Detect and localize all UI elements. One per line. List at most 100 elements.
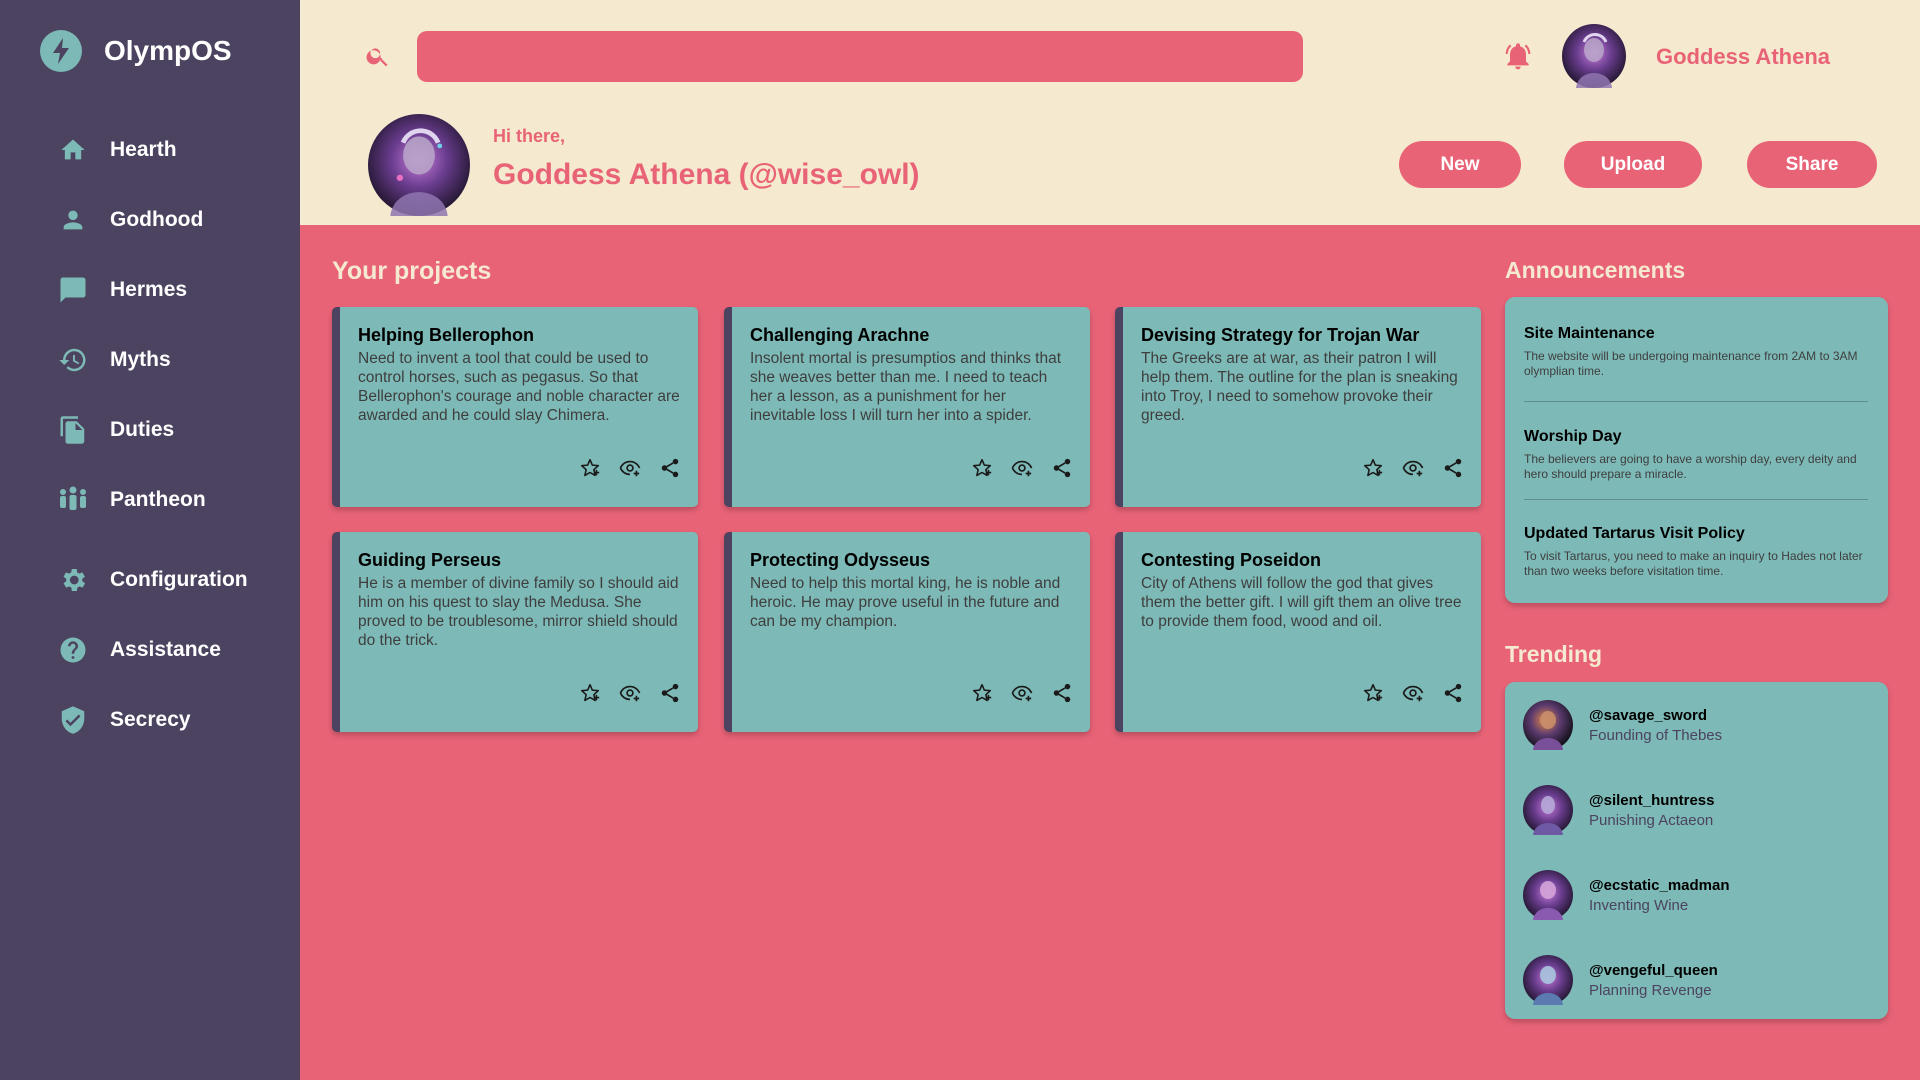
- lightning-bolt-icon: [40, 30, 82, 72]
- announcement-item[interactable]: Worship Day The believers are going to h…: [1524, 428, 1868, 482]
- sidebar-item-hermes[interactable]: Hermes: [58, 270, 187, 310]
- watch-icon[interactable]: [618, 681, 642, 705]
- avatar: [1523, 700, 1573, 750]
- bell-icon[interactable]: [1500, 38, 1536, 74]
- sidebar: OlympOS Hearth Godhood Hermes Myths Duti…: [0, 0, 300, 1080]
- greeting: Hi there,: [493, 126, 566, 146]
- upload-button[interactable]: Upload: [1564, 141, 1702, 188]
- history-icon: [58, 345, 88, 375]
- project-title: Challenging Arachne: [750, 325, 930, 345]
- trending-item[interactable]: @savage_sword Founding of Thebes: [1523, 700, 1722, 750]
- profile-avatar: [368, 114, 470, 216]
- new-button[interactable]: New: [1399, 141, 1521, 188]
- project-actions: [1361, 681, 1465, 705]
- avatar: [1523, 870, 1573, 920]
- announcement-text: To visit Tartarus, you need to make an i…: [1524, 549, 1863, 578]
- page-title: Goddess Athena (@wise_owl): [493, 158, 920, 191]
- share-icon[interactable]: [658, 681, 682, 705]
- sidebar-item-secrecy[interactable]: Secrecy: [58, 700, 191, 740]
- sidebar-item-duties[interactable]: Duties: [58, 410, 174, 450]
- project-card[interactable]: Contesting Poseidon City of Athens will f…: [1115, 532, 1481, 732]
- sidebar-item-configuration[interactable]: Configuration: [58, 560, 248, 600]
- project-card[interactable]: Guiding Perseus He is a member of divine …: [332, 532, 698, 732]
- sidebar-item-label: Godhood: [110, 208, 204, 231]
- sidebar-item-label: Hermes: [110, 278, 188, 301]
- sidebar-item-label: Secrecy: [110, 708, 191, 731]
- sidebar-item-godhood[interactable]: Godhood: [58, 200, 203, 240]
- share-icon[interactable]: [1441, 681, 1465, 705]
- project-actions: [970, 681, 1074, 705]
- star-add-icon[interactable]: [578, 456, 602, 480]
- sidebar-item-myths[interactable]: Myths: [58, 340, 171, 380]
- search-input[interactable]: [417, 31, 1303, 82]
- user-name[interactable]: Goddess Athena: [1656, 44, 1830, 70]
- share-icon[interactable]: [1050, 456, 1074, 480]
- star-add-icon[interactable]: [1361, 681, 1385, 705]
- help-icon: [58, 635, 88, 665]
- trending-item[interactable]: @ecstatic_madman Inventing Wine: [1523, 870, 1730, 920]
- star-add-icon[interactable]: [1361, 456, 1385, 480]
- gear-icon: [58, 565, 88, 595]
- share-icon[interactable]: [1441, 456, 1465, 480]
- announcement-title: Site Maintenance: [1524, 325, 1655, 342]
- project-title: Guiding Perseus: [358, 550, 502, 570]
- watch-icon[interactable]: [1010, 456, 1034, 480]
- trending-handle: @savage_sword: [1589, 706, 1708, 724]
- group-icon: [58, 485, 88, 515]
- avatar[interactable]: [1562, 24, 1626, 88]
- section-title-projects: Your projects: [332, 257, 492, 285]
- home-icon: [58, 135, 88, 165]
- share-icon[interactable]: [1050, 681, 1074, 705]
- watch-icon[interactable]: [618, 456, 642, 480]
- watch-icon[interactable]: [1010, 681, 1034, 705]
- sidebar-item-label: Hearth: [110, 138, 177, 161]
- project-card[interactable]: Protecting Odysseus Need to help this mor…: [724, 532, 1090, 732]
- sidebar-item-label: Pantheon: [110, 488, 206, 511]
- sidebar-item-pantheon[interactable]: Pantheon: [58, 480, 206, 520]
- watch-icon[interactable]: [1401, 681, 1425, 705]
- project-description: Need to invent a tool that could be used…: [358, 350, 680, 424]
- trending-handle: @vengeful_queen: [1589, 961, 1718, 979]
- document-icon: [58, 415, 88, 445]
- star-add-icon[interactable]: [970, 456, 994, 480]
- sidebar-item-label: Duties: [110, 418, 175, 441]
- project-actions: [1361, 456, 1465, 480]
- share-icon[interactable]: [658, 456, 682, 480]
- announcement-item[interactable]: Updated Tartarus Visit Policy To visit T…: [1524, 525, 1868, 579]
- app-name: OlympOS: [104, 35, 232, 66]
- trending-handle: @silent_huntress: [1589, 791, 1715, 809]
- search-icon[interactable]: [364, 42, 392, 70]
- avatar: [1523, 785, 1573, 835]
- trending-handle: @ecstatic_madman: [1589, 876, 1730, 894]
- sidebar-item-hearth[interactable]: Hearth: [58, 130, 177, 170]
- brand[interactable]: OlympOS: [40, 30, 232, 72]
- divider: [1524, 499, 1868, 500]
- announcement-title: Worship Day: [1524, 428, 1622, 445]
- project-actions: [578, 456, 682, 480]
- project-card[interactable]: Helping Bellerophon Need to invent a tool…: [332, 307, 698, 507]
- announcement-item[interactable]: Site Maintenance The website will be und…: [1524, 325, 1868, 379]
- announcements-panel: Site Maintenance The website will be und…: [1505, 297, 1888, 603]
- trending-item[interactable]: @silent_huntress Punishing Actaeon: [1523, 785, 1715, 835]
- star-add-icon[interactable]: [970, 681, 994, 705]
- trending-subtitle: Planning Revenge: [1589, 981, 1712, 999]
- share-button[interactable]: Share: [1747, 141, 1877, 188]
- watch-icon[interactable]: [1401, 456, 1425, 480]
- sidebar-item-assistance[interactable]: Assistance: [58, 630, 221, 670]
- project-description: He is a member of divine family so I sho…: [358, 575, 679, 649]
- announcement-text: The website will be undergoing maintenan…: [1524, 349, 1858, 378]
- project-card[interactable]: Challenging Arachne Insolent mortal is pr…: [724, 307, 1090, 507]
- trending-subtitle: Punishing Actaeon: [1589, 811, 1714, 829]
- project-card[interactable]: Devising Strategy for Trojan War The Gree…: [1115, 307, 1481, 507]
- sidebar-item-label: Myths: [110, 348, 171, 371]
- project-title: Contesting Poseidon: [1141, 550, 1321, 570]
- section-title-announcements: Announcements: [1505, 257, 1686, 283]
- announcement-text: The believers are going to have a worshi…: [1524, 452, 1857, 481]
- trending-item[interactable]: @vengeful_queen Planning Revenge: [1523, 955, 1718, 1005]
- header: Goddess Athena Hi there, Goddess Athena …: [300, 0, 1920, 225]
- project-title: Protecting Odysseus: [750, 550, 931, 570]
- project-description: The Greeks are at war, as their patron I…: [1141, 350, 1458, 424]
- trending-subtitle: Inventing Wine: [1589, 896, 1689, 914]
- project-actions: [970, 456, 1074, 480]
- star-add-icon[interactable]: [578, 681, 602, 705]
